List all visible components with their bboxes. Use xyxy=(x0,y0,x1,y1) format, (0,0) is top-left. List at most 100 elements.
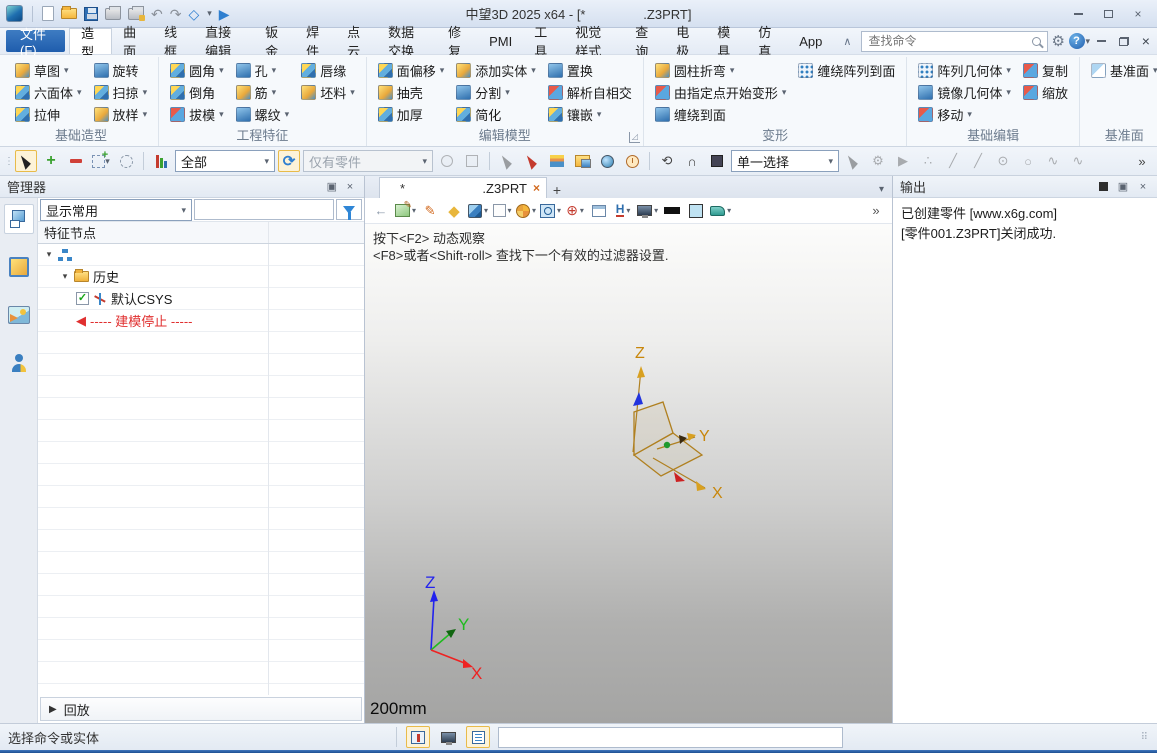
sketch-plane-icon[interactable]: ▾ xyxy=(395,200,416,222)
menu-item-1[interactable]: 造型 xyxy=(69,28,112,54)
app-logo-icon[interactable] xyxy=(6,5,23,22)
dropdown-caret-icon[interactable]: ▾ xyxy=(350,87,355,98)
doc-close-button[interactable]: × xyxy=(1135,32,1157,50)
ribbon-item-divide[interactable]: 分割▾ xyxy=(451,81,541,103)
dimension-icon[interactable]: H▾ xyxy=(613,200,633,222)
dropdown-caret-icon[interactable]: ▾ xyxy=(730,65,735,76)
expander-icon[interactable]: ▾ xyxy=(44,249,54,260)
ribbon-item-shell[interactable]: 抽壳 xyxy=(373,81,450,103)
section-view-icon[interactable]: ▾ xyxy=(516,200,536,222)
ribbon-item-add-shape[interactable]: 添加实体▾ xyxy=(451,59,541,81)
menu-item-2[interactable]: 曲面 xyxy=(112,28,153,54)
gallery-icon[interactable] xyxy=(571,150,593,172)
search-input[interactable] xyxy=(868,34,1032,48)
dropdown-caret-icon[interactable]: ▾ xyxy=(967,109,972,120)
prompt-doc-icon[interactable] xyxy=(466,726,490,748)
dropdown-caret-icon[interactable]: ▾ xyxy=(1006,87,1011,98)
dropdown-caret-icon[interactable]: ▾ xyxy=(219,65,224,76)
menu-item-4[interactable]: 直接编辑 xyxy=(194,28,254,54)
dropdown-caret-icon[interactable]: ▾ xyxy=(77,87,82,98)
toolbar-grip-icon[interactable]: ⋮⋮ xyxy=(4,156,12,167)
solid-box-icon[interactable] xyxy=(706,150,728,172)
ribbon-item-loft[interactable]: 放样▾ xyxy=(89,103,153,125)
save-icon[interactable] xyxy=(84,7,98,21)
ribbon-item-move[interactable]: 移动▾ xyxy=(913,103,1016,125)
solid-manager-tab[interactable] xyxy=(4,252,34,282)
output-log[interactable]: 已创建零件 [www.x6g.com][零件001.Z3PRT]关闭成功. xyxy=(893,198,1157,723)
expand-playback-icon[interactable]: ▶ xyxy=(49,704,57,715)
model-csys[interactable]: Z Y X xyxy=(595,342,765,512)
dropdown-caret-icon[interactable]: ▾ xyxy=(143,87,148,98)
dropdown-caret-icon[interactable]: ▾ xyxy=(597,109,602,120)
output-restore-icon[interactable]: ▣ xyxy=(1116,181,1130,193)
ribbon-item-copy[interactable]: 复制 xyxy=(1018,59,1073,81)
menu-item-8[interactable]: 数据交换 xyxy=(377,28,437,54)
doc-minimize-button[interactable] xyxy=(1090,32,1112,50)
playback-bar[interactable]: ▶ 回放 xyxy=(40,697,362,721)
menu-item-0[interactable]: 文件(F) xyxy=(6,30,65,52)
menu-item-10[interactable]: PMI xyxy=(478,28,523,54)
curve-tool-icon[interactable]: ∩ xyxy=(681,150,703,172)
dropdown-caret-icon[interactable]: ▾ xyxy=(285,109,290,120)
ribbon-item-wrap-pattern[interactable]: 缠绕阵列到面 xyxy=(793,59,900,81)
ribbon-item-bend[interactable]: 圆柱折弯▾ xyxy=(650,59,792,81)
tree-column-header[interactable]: 特征节点 xyxy=(38,222,364,244)
menu-item-12[interactable]: 视觉样式 xyxy=(564,28,624,54)
zoom-window-icon[interactable]: ▾ xyxy=(540,200,561,222)
open-file-icon[interactable] xyxy=(61,8,77,19)
tree-node-0[interactable]: ▾ xyxy=(38,244,364,266)
menu-item-3[interactable]: 线框 xyxy=(153,28,194,54)
add-to-selection-icon[interactable]: + xyxy=(40,150,62,172)
manager-restore-icon[interactable]: ▣ xyxy=(323,181,337,193)
menu-item-7[interactable]: 点云 xyxy=(336,28,377,54)
resize-grip-icon[interactable]: ⠿ xyxy=(1141,732,1149,743)
ribbon-item-scale[interactable]: 缩放 xyxy=(1018,81,1073,103)
ribbon-item-thicken[interactable]: 加厚 xyxy=(373,103,450,125)
dropdown-caret-icon[interactable]: ▾ xyxy=(531,65,536,76)
print-setup-icon[interactable] xyxy=(128,8,144,20)
ribbon-item-hole[interactable]: 孔▾ xyxy=(231,59,295,81)
tree-node-1[interactable]: ▾历史 xyxy=(38,266,364,288)
tree-search-input[interactable] xyxy=(194,199,334,220)
dropdown-caret-icon[interactable]: ▾ xyxy=(1006,65,1011,76)
lasso-select-icon[interactable] xyxy=(115,150,137,172)
ribbon-item-revolve[interactable]: 旋转 xyxy=(89,59,153,81)
ribbon-item-mirror[interactable]: 镜像几何体▾ xyxy=(913,81,1016,103)
role-manager-tab[interactable] xyxy=(4,348,34,378)
monitor-toggle-icon[interactable] xyxy=(436,726,460,748)
settings-gear-icon[interactable]: ⚙ xyxy=(1048,30,1069,52)
menu-item-9[interactable]: 修复 xyxy=(437,28,478,54)
close-button[interactable]: × xyxy=(1125,5,1151,23)
minimize-button[interactable] xyxy=(1065,5,1091,23)
collapse-ribbon-icon[interactable]: ∧ xyxy=(837,35,857,48)
menu-item-6[interactable]: 焊件 xyxy=(295,28,336,54)
expander-icon[interactable]: ▾ xyxy=(60,271,70,282)
display-filter-combo[interactable]: 显示常用▾ xyxy=(40,199,192,221)
dropdown-caret-icon[interactable]: ▾ xyxy=(64,65,69,76)
exit-icon[interactable]: ← xyxy=(371,200,391,222)
vptools-overflow-icon[interactable]: » xyxy=(866,200,886,222)
selection-list-icon[interactable] xyxy=(546,150,568,172)
manager-close-icon[interactable]: × xyxy=(343,181,357,193)
reuse-last-input-icon[interactable]: ⟳ xyxy=(278,150,300,172)
target-point-icon[interactable]: ⊕▾ xyxy=(565,200,585,222)
filter-bars-icon[interactable] xyxy=(150,150,172,172)
background-color-icon[interactable] xyxy=(686,200,706,222)
new-tab-button[interactable]: + xyxy=(547,182,567,198)
shell-display-icon[interactable]: ▾ xyxy=(710,200,731,222)
dialog-launcher-icon[interactable]: ◿ xyxy=(629,132,640,143)
dropdown-caret-icon[interactable]: ▾ xyxy=(272,87,277,98)
visibility-checkbox[interactable]: ✓ xyxy=(76,292,89,305)
shaded-display-icon[interactable]: ▾ xyxy=(468,200,488,222)
ribbon-item-sketch[interactable]: 草图▾ xyxy=(10,59,87,81)
history-manager-tab[interactable] xyxy=(4,204,34,234)
dropdown-caret-icon[interactable]: ▾ xyxy=(219,109,224,120)
edge-color-icon[interactable] xyxy=(662,200,682,222)
menu-item-15[interactable]: 模具 xyxy=(706,28,747,54)
ribbon-item-lip[interactable]: 唇缘 xyxy=(296,59,360,81)
ribbon-item-fillet[interactable]: 圆角▾ xyxy=(165,59,229,81)
toolbox-toggle-icon[interactable] xyxy=(406,726,430,748)
tab-close-icon[interactable]: × xyxy=(531,181,540,195)
ribbon-item-draft[interactable]: 拔模▾ xyxy=(165,103,229,125)
menu-item-14[interactable]: 电极 xyxy=(665,28,706,54)
